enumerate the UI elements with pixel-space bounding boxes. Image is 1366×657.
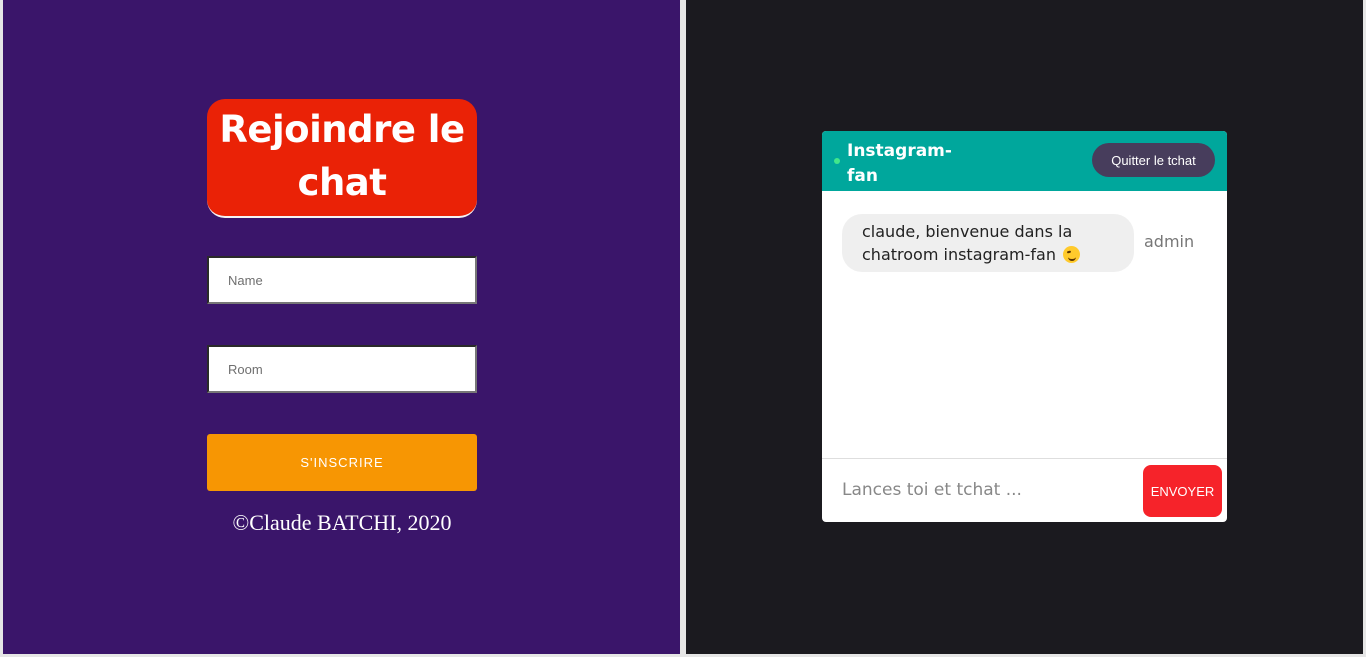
signup-button[interactable]: S'INSCRIRE bbox=[207, 434, 477, 491]
message-input[interactable] bbox=[842, 473, 1122, 507]
room-input[interactable] bbox=[207, 345, 477, 393]
send-button[interactable]: ENVOYER bbox=[1143, 465, 1222, 517]
online-dot-icon bbox=[834, 158, 840, 164]
message-list: claude, bienvenue dans la chatroom insta… bbox=[822, 191, 1227, 459]
name-input[interactable] bbox=[207, 256, 477, 304]
join-panel: Rejoindre le chat S'INSCRIRE ©Claude BAT… bbox=[0, 0, 683, 657]
chat-panel: Instagram-fan Quitter le tchat claude, b… bbox=[683, 0, 1366, 657]
chat-room-name: Instagram-fan bbox=[847, 141, 952, 186]
chat-window: Instagram-fan Quitter le tchat claude, b… bbox=[822, 131, 1227, 522]
winking-face-icon bbox=[1063, 246, 1081, 263]
chat-header: Instagram-fan Quitter le tchat bbox=[822, 131, 1227, 191]
copyright-text: ©Claude BATCHI, 2020 bbox=[232, 510, 452, 535]
message-composer: ENVOYER bbox=[822, 458, 1227, 522]
join-title: Rejoindre le chat bbox=[207, 99, 477, 218]
quit-chat-button[interactable]: Quitter le tchat bbox=[1092, 143, 1215, 177]
message-bubble: claude, bienvenue dans la chatroom insta… bbox=[842, 214, 1134, 272]
message-text: claude, bienvenue dans la chatroom insta… bbox=[862, 222, 1073, 264]
message-sender: admin bbox=[1144, 232, 1195, 251]
